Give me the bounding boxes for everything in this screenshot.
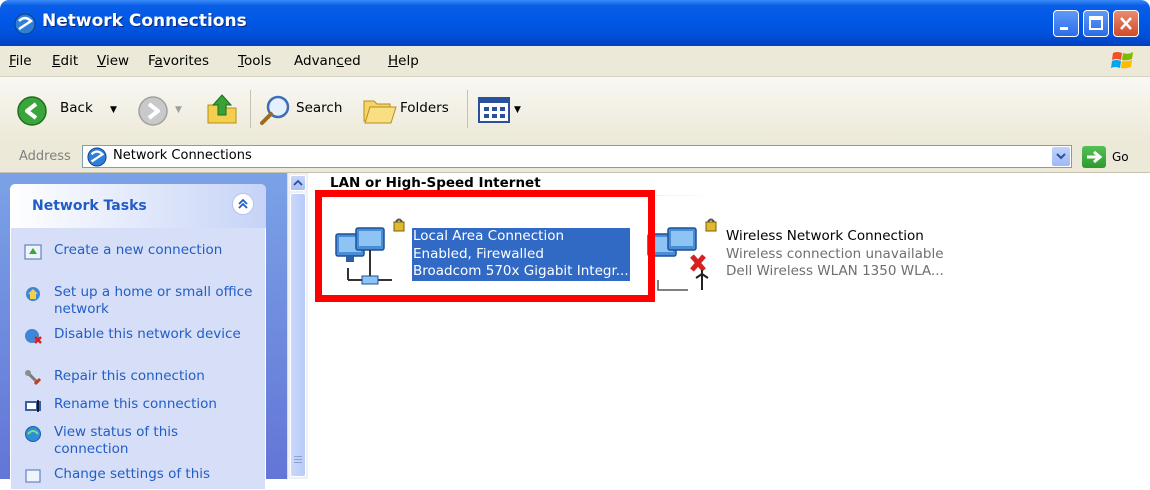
home-network-icon (26, 287, 40, 301)
task-pane-scrollbar[interactable] (287, 173, 308, 479)
address-field[interactable]: Network Connections (82, 145, 1072, 168)
search-label: Search (296, 100, 343, 116)
wireless-connection-device: Dell Wireless WLAN 1350 WLA... (726, 263, 944, 279)
wireless-connection-icon[interactable] (644, 218, 724, 294)
toolbar-separator (467, 90, 468, 128)
disable-device-icon (25, 329, 42, 344)
task-pane: Network Tasks Create a new connection Se… (0, 173, 287, 490)
back-button[interactable]: Back ▼ (10, 77, 130, 142)
menu-tools[interactable]: Tools (238, 53, 271, 69)
views-icon (478, 97, 510, 123)
menu-advanced[interactable]: Advanced (294, 53, 361, 69)
folders-button[interactable]: Folders (360, 77, 460, 142)
back-arrow-icon (17, 96, 47, 126)
forward-arrow-icon (138, 96, 168, 126)
forward-dropdown-icon[interactable]: ▼ (175, 105, 182, 115)
search-icon (260, 95, 290, 125)
network-tasks-header[interactable]: Network Tasks (10, 184, 266, 228)
wireless-connection-label[interactable]: Wireless Network Connection Wireless con… (726, 228, 944, 281)
title-bar[interactable]: Network Connections (0, 0, 1150, 46)
up-button[interactable] (203, 77, 239, 142)
up-folder-icon (207, 94, 237, 124)
close-icon (1120, 17, 1132, 30)
wireless-connection-name: Wireless Network Connection (726, 228, 924, 244)
minimize-button[interactable] (1053, 10, 1079, 37)
network-tasks-title: Network Tasks (32, 198, 147, 214)
address-label: Address (19, 149, 71, 164)
go-label[interactable]: Go (1112, 150, 1129, 164)
go-arrow-icon (1087, 150, 1103, 164)
go-button[interactable] (1082, 146, 1106, 168)
collapse-button[interactable] (232, 193, 254, 215)
maximize-icon (1089, 16, 1103, 30)
scroll-up-button[interactable] (290, 175, 306, 191)
double-chevron-up-icon (238, 198, 248, 209)
network-connections-icon (87, 147, 107, 167)
back-dropdown-icon[interactable]: ▼ (110, 105, 117, 115)
wireless-connection-status: Wireless connection unavailable (726, 245, 944, 262)
group-header: LAN or High-Speed Internet (330, 175, 541, 191)
chevron-down-icon (1056, 153, 1066, 160)
change-settings-icon (25, 469, 41, 483)
window-title: Network Connections (42, 11, 247, 31)
back-label: Back (60, 100, 93, 116)
network-connections-icon (14, 13, 36, 35)
menu-file[interactable]: File (9, 53, 32, 69)
menu-edit[interactable]: Edit (52, 53, 78, 69)
forward-button[interactable]: ▼ (133, 77, 189, 142)
menu-bar: File Edit View Favorites Tools Advanced … (0, 46, 1150, 77)
scroll-thumb[interactable] (290, 193, 306, 477)
address-dropdown-button[interactable] (1052, 147, 1070, 166)
toolbar: Back ▼ ▼ Search Folders ▼ (0, 77, 1150, 143)
views-button[interactable]: ▼ (475, 77, 535, 142)
minimize-icon (1060, 27, 1068, 30)
views-dropdown-icon[interactable]: ▼ (514, 105, 521, 115)
repair-icon (25, 370, 42, 386)
highlight-box (315, 190, 655, 302)
network-tasks-panel: Network Tasks Create a new connection Se… (10, 184, 266, 490)
chevron-up-icon (293, 179, 303, 186)
search-button[interactable]: Search (257, 77, 357, 142)
address-bar: Address Network Connections Go (0, 142, 1150, 173)
rename-icon (25, 400, 41, 412)
network-tasks-list: Create a new connection Set up a home or… (10, 228, 266, 490)
folders-label: Folders (400, 100, 449, 116)
folders-icon (363, 100, 397, 124)
windows-logo-icon (1111, 52, 1133, 69)
close-button[interactable] (1113, 10, 1139, 37)
menu-view[interactable]: View (97, 53, 129, 69)
new-connection-icon (24, 244, 42, 260)
menu-help[interactable]: Help (388, 53, 419, 69)
menu-favorites[interactable]: Favorites (148, 53, 209, 69)
maximize-button[interactable] (1083, 10, 1109, 37)
toolbar-separator (250, 90, 251, 128)
view-status-icon (25, 426, 41, 442)
address-value: Network Connections (113, 148, 252, 163)
